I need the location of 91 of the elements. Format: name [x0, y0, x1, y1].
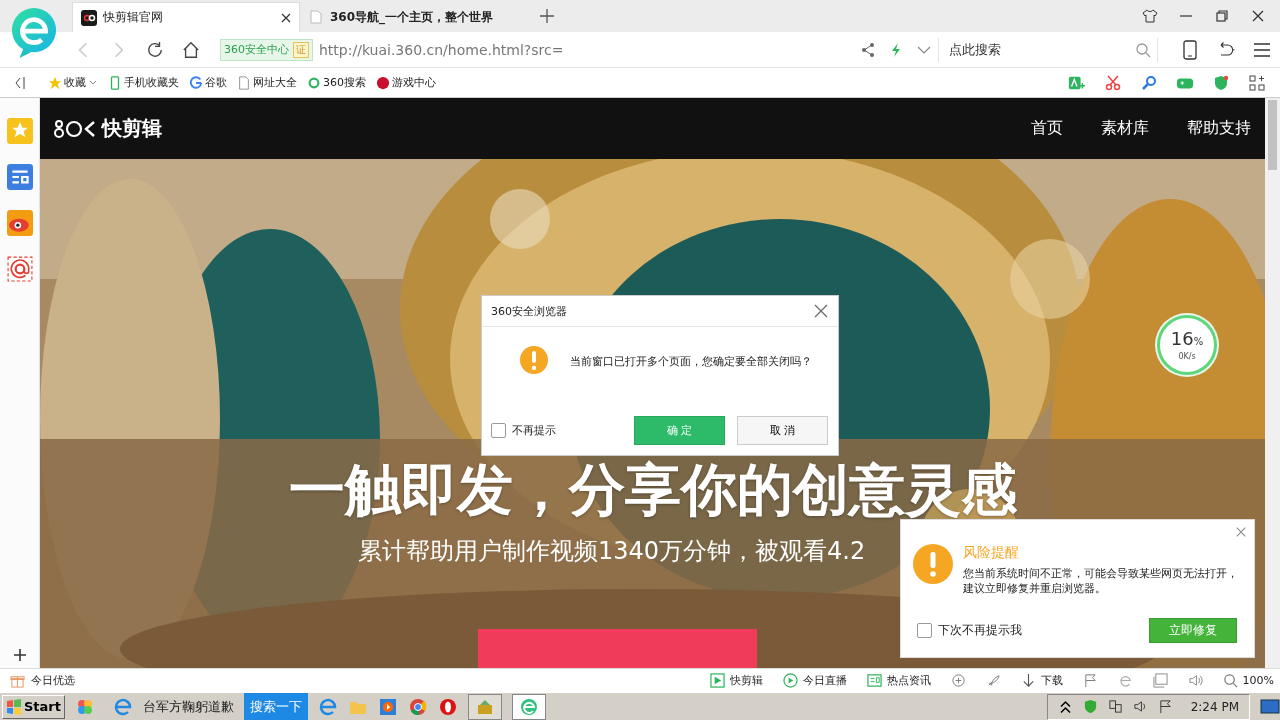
flag-icon[interactable] — [1157, 699, 1173, 714]
zoom-level[interactable]: 100% — [1222, 673, 1274, 688]
star-icon — [48, 75, 62, 90]
checkbox[interactable] — [917, 623, 932, 638]
cpu-percent: 16% — [1170, 329, 1204, 351]
bookmark[interactable]: 手机收藏夹 — [108, 75, 179, 90]
search-button[interactable]: 搜索一下 — [244, 692, 308, 720]
scrollbar[interactable] — [1265, 98, 1280, 668]
clock[interactable]: 2:24 PM — [1190, 699, 1239, 714]
windows-logo-icon — [6, 698, 22, 715]
dialog-title: 360安全浏览器 — [491, 303, 567, 319]
network-rate: 0K/s — [1178, 352, 1196, 361]
search-field[interactable]: 点此搜索 — [947, 41, 1129, 58]
translate-icon[interactable] — [1068, 74, 1086, 91]
ring-icon — [307, 75, 321, 90]
phone-icon[interactable] — [1180, 39, 1200, 60]
skin-icon[interactable] — [1142, 8, 1158, 24]
address-field[interactable]: 360安全中心 证 http://kuai.360.cn/home.html?src= — [220, 36, 854, 63]
nav-link[interactable]: 帮助支持 — [1187, 118, 1251, 139]
close-icon[interactable] — [1250, 8, 1266, 24]
news-icon — [866, 673, 882, 688]
phone-icon — [108, 75, 122, 90]
checkbox[interactable] — [491, 423, 506, 438]
collapse-sidebar-icon[interactable] — [14, 75, 26, 90]
daily-picks-link[interactable]: 今日优选 — [0, 673, 75, 688]
chrome-icon[interactable] — [408, 696, 428, 717]
speaker-icon[interactable] — [1187, 673, 1203, 688]
flag-icon[interactable] — [1082, 673, 1098, 688]
play-circle-icon — [782, 673, 798, 688]
network-icon[interactable] — [1107, 699, 1123, 714]
bookmark[interactable]: 游戏中心 — [376, 75, 436, 90]
ie-icon — [113, 696, 133, 717]
news-icon[interactable] — [6, 164, 33, 190]
alert-title: 风险提醒 — [963, 544, 1020, 562]
bookmark[interactable]: 谷歌 — [189, 75, 227, 90]
bookmark[interactable]: 收藏 — [48, 75, 98, 90]
bookmark[interactable]: 网址大全 — [237, 75, 297, 90]
shield-icon[interactable] — [1082, 699, 1098, 714]
browser-icon[interactable] — [512, 693, 546, 720]
video-logo-icon — [81, 9, 97, 26]
shield-icon[interactable] — [1212, 74, 1230, 91]
browser-tab[interactable]: 快剪辑官网 — [72, 2, 300, 32]
home-icon[interactable] — [182, 40, 200, 59]
new-tab-icon[interactable] — [540, 9, 554, 23]
bookmark[interactable]: 360搜索 — [307, 75, 366, 90]
zoom-icon — [1222, 673, 1238, 688]
checkbox-label[interactable]: 不再提示 — [512, 423, 556, 438]
desktop-icon[interactable] — [1260, 696, 1280, 717]
status-link[interactable]: 下载 — [1020, 673, 1063, 688]
reload-icon[interactable] — [146, 40, 164, 59]
gift-icon — [10, 673, 25, 688]
hero-subtitle: 累计帮助用户制作视频1340万分钟，被观看4.2 — [357, 536, 866, 567]
nav-link[interactable]: 首页 — [1031, 118, 1063, 139]
browser-tab[interactable]: 360导航_一个主页，整个世界 — [300, 2, 528, 32]
share-icon[interactable] — [860, 41, 876, 58]
cancel-button[interactable]: 取 消 — [737, 416, 828, 445]
ie-icon[interactable] — [1117, 673, 1133, 688]
opera-icon[interactable] — [438, 696, 458, 717]
search-icon[interactable] — [1135, 41, 1151, 58]
taskbar-item[interactable]: 台军方鞠躬道歉 — [113, 696, 234, 717]
status-link[interactable]: 今日直播 — [782, 673, 847, 688]
media-player-icon[interactable] — [378, 696, 398, 717]
scissors-icon[interactable] — [1104, 74, 1122, 91]
site-logo[interactable]: 快剪辑 — [102, 115, 162, 142]
play-box-icon — [709, 673, 725, 688]
mail-icon[interactable] — [6, 256, 33, 282]
start-button[interactable]: Start — [2, 694, 65, 719]
checkbox-label[interactable]: 下次不再提示我 — [938, 622, 1022, 639]
status-link[interactable]: 热点资讯 — [866, 673, 931, 688]
status-link[interactable]: 快剪辑 — [709, 673, 763, 688]
archive-icon[interactable] — [468, 693, 502, 720]
letter-g-icon — [189, 75, 203, 90]
warning-icon — [518, 345, 550, 377]
eye-icon[interactable] — [6, 210, 33, 236]
speaker-icon[interactable] — [1132, 699, 1148, 714]
hero-headline: 一触即发，分享你的创意灵感 — [288, 456, 1017, 524]
alert-message: 您当前系统时间不正常，可能会导致某些网页无法打开，建议立即修复并重启浏览器。 — [963, 566, 1238, 596]
add-icon[interactable] — [12, 648, 27, 662]
dialog-message: 当前窗口已打开多个页面，您确定要全部关闭吗？ — [570, 353, 812, 369]
window-icon[interactable] — [1152, 673, 1168, 688]
ie-icon[interactable] — [318, 696, 338, 717]
close-icon[interactable] — [281, 12, 291, 23]
restore-icon[interactable] — [1214, 8, 1230, 24]
game-logo-icon — [376, 75, 390, 90]
close-icon[interactable] — [814, 304, 828, 318]
apps-icon[interactable] — [1248, 74, 1266, 91]
nav-link[interactable]: 素材库 — [1101, 118, 1149, 139]
magnifier-icon[interactable] — [1140, 74, 1158, 91]
warning-icon — [913, 544, 953, 584]
page-icon — [308, 9, 324, 25]
page-icon — [237, 75, 251, 90]
